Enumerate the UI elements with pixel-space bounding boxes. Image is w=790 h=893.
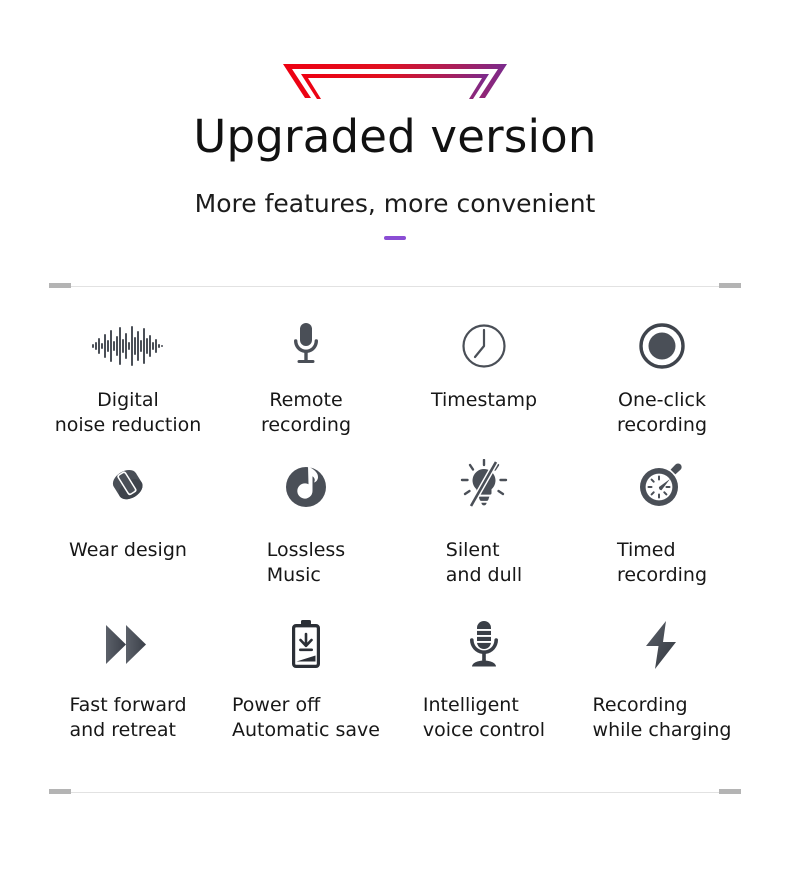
divider-top xyxy=(49,283,741,288)
divider-cap-left xyxy=(49,283,71,288)
feature-item-digital-noise-reduction[interactable]: Digital noise reduction xyxy=(39,312,217,448)
feature-label: Timestamp xyxy=(430,389,538,411)
feature-label: Recording while charging xyxy=(592,694,732,742)
studio-microphone-icon xyxy=(466,615,502,675)
subtitle-underline xyxy=(384,236,406,240)
double-chevron-banner-icon xyxy=(283,64,507,99)
stopwatch-icon xyxy=(637,454,687,516)
divider-cap-right xyxy=(719,283,741,288)
lightning-bolt-icon xyxy=(642,615,682,675)
page-subtitle: More features, more convenient xyxy=(194,188,596,218)
fast-forward-icon xyxy=(102,615,154,675)
feature-item-remote-recording[interactable]: Remote recording xyxy=(217,312,395,448)
feature-label: Fast forward and retreat xyxy=(69,694,187,742)
feature-item-fast-forward-and-retreat[interactable]: Fast forward and retreat xyxy=(39,609,217,765)
feature-item-intelligent-voice-control[interactable]: Intelligent voice control xyxy=(395,609,573,765)
wristband-icon xyxy=(103,454,153,516)
feature-label: Power off Automatic save xyxy=(232,694,380,742)
page-header: Upgraded version More features, more con… xyxy=(0,0,790,240)
feature-label: Lossless Music xyxy=(266,539,346,587)
microphone-icon xyxy=(289,318,323,374)
banner-decoration xyxy=(0,62,790,104)
clock-icon xyxy=(460,318,508,374)
feature-label: Wear design xyxy=(69,539,187,561)
feature-label: One-click recording xyxy=(616,389,708,437)
feature-item-power-off-automatic-save[interactable]: Power off Automatic save xyxy=(217,609,395,765)
divider-line xyxy=(49,791,741,793)
divider-bottom xyxy=(49,789,741,794)
divider-cap-left xyxy=(49,789,71,794)
divider-line xyxy=(49,285,741,287)
page-title: Upgraded version xyxy=(193,110,597,163)
battery-save-icon xyxy=(289,615,323,675)
feature-item-silent-and-dull[interactable]: Silent and dull xyxy=(395,448,573,609)
feature-label: Digital noise reduction xyxy=(54,389,202,437)
feature-label: Remote recording xyxy=(260,389,352,437)
music-note-circle-icon xyxy=(283,454,329,516)
feature-label: Intelligent voice control xyxy=(422,694,546,742)
feature-label: Timed recording xyxy=(616,539,708,587)
record-button-icon xyxy=(639,318,685,374)
feature-label: Silent and dull xyxy=(445,539,523,587)
feature-item-wear-design[interactable]: Wear design xyxy=(39,448,217,609)
divider-cap-right xyxy=(719,789,741,794)
feature-item-one-click-recording[interactable]: One-click recording xyxy=(573,312,751,448)
feature-item-lossless-music[interactable]: Lossless Music xyxy=(217,448,395,609)
feature-item-timestamp[interactable]: Timestamp xyxy=(395,312,573,448)
feature-item-recording-while-charging[interactable]: Recording while charging xyxy=(573,609,751,765)
lightbulb-off-icon xyxy=(458,454,510,516)
audio-waveform-icon xyxy=(92,318,164,374)
feature-item-timed-recording[interactable]: Timed recording xyxy=(573,448,751,609)
feature-grid: Digital noise reduction Remote recording… xyxy=(39,288,751,765)
